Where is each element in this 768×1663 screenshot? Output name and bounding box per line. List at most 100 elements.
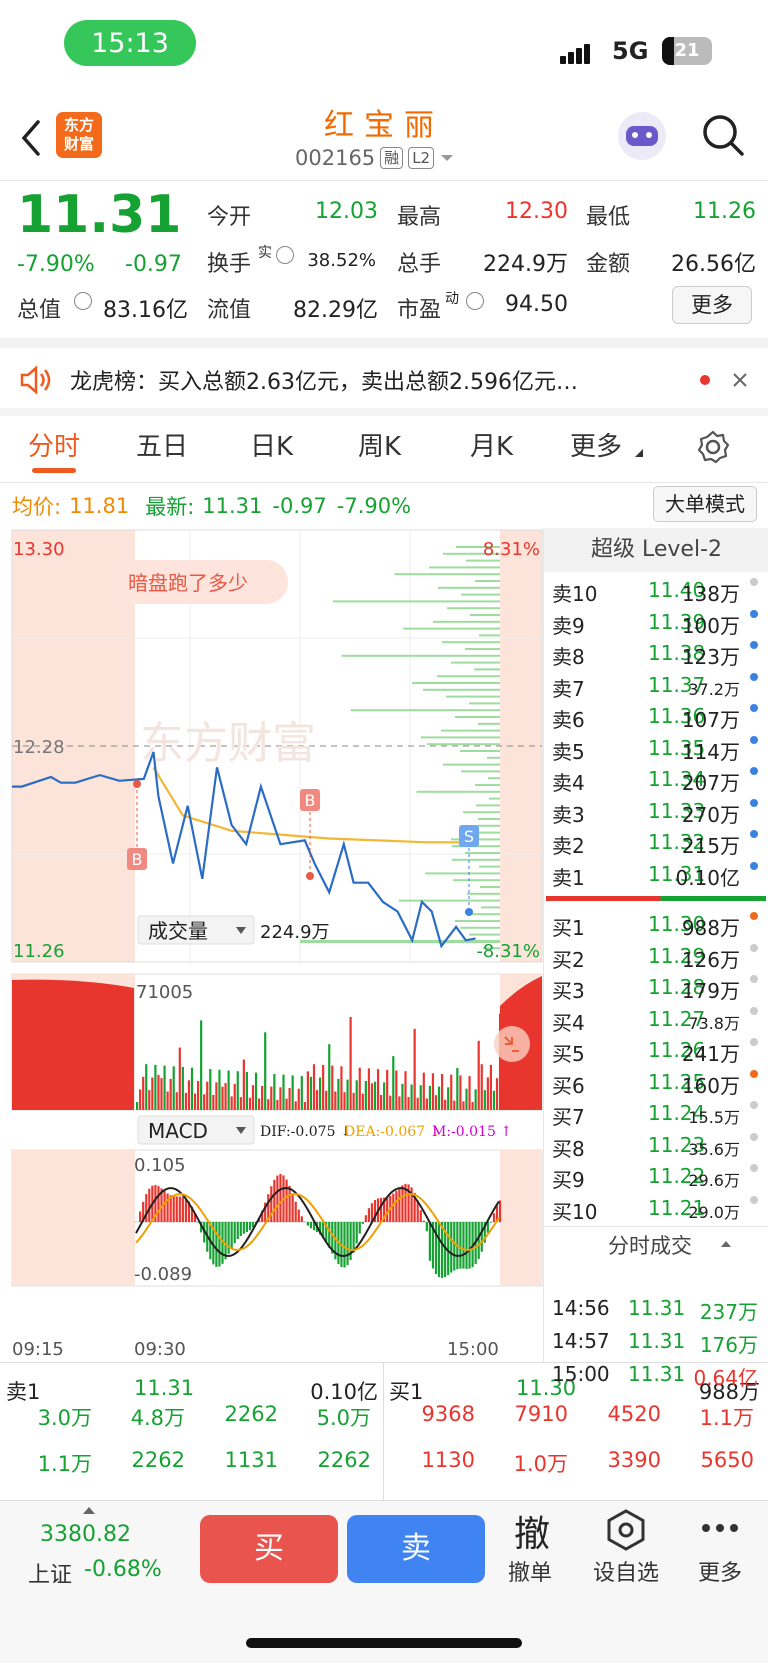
info-icon[interactable] [466,292,484,310]
bid-row[interactable]: 买2 11.29 126万 [552,943,762,975]
depth-bar [477,824,500,827]
volume-bar [380,1095,383,1110]
ask-row[interactable]: 卖7 11.37 37.2万 [552,672,762,704]
promo-pill[interactable]: 暗盘跑了多少 [128,571,248,595]
ask-row[interactable]: 卖8 11.38 123万 [552,641,762,672]
bid-row[interactable]: 买6 11.25 160万 [552,1069,762,1101]
volume-bar [151,1077,154,1110]
ticks-title[interactable]: 分时成交 [608,1230,692,1260]
buy-marker[interactable]: B [305,791,316,810]
bid-row[interactable]: 买1 11.30 988万 [552,912,762,943]
cancel-order-button[interactable]: 撤单 [490,1555,570,1587]
unread-dot [700,375,710,385]
more-dots-icon[interactable] [700,1522,740,1534]
stock-code-row[interactable]: 002165 融 L2 [295,146,455,170]
volume-bar [450,1074,453,1110]
macd-selector[interactable]: MACD [148,1119,208,1143]
bid-row[interactable]: 买5 11.26 241万 [552,1038,762,1069]
volume-bar [145,1064,148,1110]
queue-cell: 5650 [700,1448,754,1472]
tab-more[interactable]: 更多 [570,426,622,463]
add-watchlist-button[interactable]: 设自选 [586,1555,666,1587]
macd-bar [230,1222,233,1249]
volume-bar [279,1087,282,1110]
volume-bar [398,1096,401,1110]
buy-button[interactable]: 买 [200,1515,338,1583]
bid-row[interactable]: 买8 11.23 35.6万 [552,1132,762,1164]
volume-bar [212,1095,215,1110]
info-icon[interactable] [276,246,294,264]
macd-bar [178,1196,181,1222]
ask-row[interactable]: 卖9 11.39 100万 [552,609,762,641]
volume-bar [175,1092,178,1110]
tick-row: 14:57 11.31 176万 [552,1329,762,1360]
macd-bar [163,1191,166,1222]
sell-button[interactable]: 卖 [347,1515,485,1583]
queue-cell: 1.1万 [699,1406,754,1430]
float-label: 流值 [207,298,252,323]
macd-bar [465,1222,468,1269]
close-icon[interactable] [732,372,748,388]
ask-row[interactable]: 卖6 11.36 107万 [552,704,762,735]
depth-bar [455,920,500,922]
bid-row[interactable]: 买7 11.24 15.5万 [552,1101,762,1132]
macd-bar [401,1185,404,1222]
info-icon[interactable] [74,292,92,310]
tab-five-day[interactable]: 五日 [136,426,188,463]
cancel-icon[interactable]: 撤 [512,1505,552,1557]
robot-avatar-icon[interactable] [618,112,666,160]
volume-bars [136,1013,502,1110]
tab-monthly-k[interactable]: 月K [470,426,513,463]
more-button[interactable]: 更多 [680,1555,760,1587]
search-icon[interactable] [702,114,746,158]
ask-row[interactable]: 卖10 11.40 138万 [552,578,762,609]
bid-row[interactable]: 买9 11.22 29.6万 [552,1164,762,1195]
chevron-up-icon[interactable] [720,1240,732,1248]
bid-volume: 241万 [681,1042,740,1066]
volume-bar [154,1064,157,1110]
volume-bar [233,1083,236,1110]
macd-bar [343,1222,346,1268]
sell-marker[interactable]: S [464,827,474,846]
depth-bar [489,797,500,800]
volume-bar [425,1098,428,1110]
ask-row[interactable]: 卖4 11.34 207万 [552,767,762,798]
status-dot [750,609,758,618]
ask-row[interactable]: 卖2 11.32 215万 [552,830,762,861]
volume-bar [401,1083,404,1110]
volume-bar [498,1013,502,1110]
volume-bar [297,1088,300,1110]
bid-row[interactable]: 买3 11.28 179万 [552,975,762,1006]
volume-bar [370,1083,374,1110]
y-max-label: 13.30 [13,539,65,560]
depth-bar [453,879,500,882]
ask-row[interactable]: 卖5 11.35 114万 [552,735,762,767]
bid-volume: 73.8万 [688,1013,740,1033]
ask-row[interactable]: 卖1 11.31 0.10亿 [552,861,762,893]
tab-daily-k[interactable]: 日K [250,426,293,463]
hexagon-watchlist-icon[interactable] [604,1508,648,1552]
gear-icon[interactable] [696,430,730,464]
volume-selector[interactable]: 成交量 [148,919,208,943]
bid-row[interactable]: 买10 11.21 29.0万 [552,1195,762,1227]
news-banner[interactable]: 龙虎榜：买入总额2.63亿元，卖出总额2.596亿元… [0,350,768,410]
volume-bar [224,1083,227,1110]
index-value[interactable]: 3380.82 [40,1522,131,1547]
order-book-title[interactable]: 超级 Level-2 [544,528,768,572]
tab-intraday[interactable]: 分时 [28,426,80,463]
tick-time: 14:57 [552,1329,610,1353]
ask-row[interactable]: 卖3 11.33 270万 [552,798,762,830]
big-order-mode-button[interactable]: 大单模式 [653,486,757,522]
tab-weekly-k[interactable]: 周K [358,426,401,463]
bid-volume: 988万 [681,916,740,940]
chevron-up-icon[interactable] [82,1506,96,1515]
pe-sup: 动 [445,291,459,307]
depth-bar [479,865,500,868]
volume-bar [236,1071,239,1110]
buy-marker[interactable]: B [132,850,143,869]
intraday-chart-area[interactable]: 东方财富 暗盘跑了多少 13.30 12.28 11.26 8.31% -8.3… [0,526,545,1362]
depth-bar [341,654,500,657]
ask-level-label: 卖1 [552,865,585,890]
more-quote-button[interactable]: 更多 [672,286,752,324]
bid-row[interactable]: 买4 11.27 73.8万 [552,1006,762,1038]
